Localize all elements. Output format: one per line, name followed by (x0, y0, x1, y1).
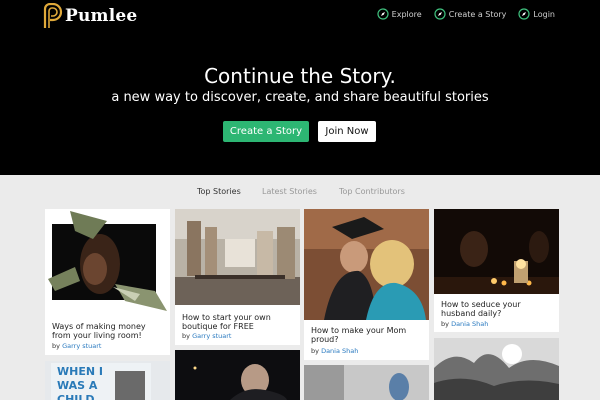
story-author-line: by Garry stuart (52, 342, 102, 350)
story-image[interactable] (304, 365, 429, 400)
hero-title: Continue the Story. (204, 64, 396, 88)
story-title[interactable]: Ways of making money from your living ro… (52, 322, 164, 340)
tab-top-contributors[interactable]: Top Contributors (339, 187, 405, 196)
author-link[interactable]: Dania Shah (321, 347, 358, 355)
story-image[interactable] (175, 350, 300, 400)
create-story-button[interactable]: Create a Story (223, 121, 309, 142)
story-card[interactable]: WHEN I WAS A CHILD (45, 361, 170, 400)
story-tabs: Top Stories Latest Stories Top Contribut… (0, 187, 600, 199)
pumlee-logo-icon (43, 3, 63, 28)
by-label: by (182, 332, 190, 340)
nav-explore[interactable]: Explore (377, 8, 422, 20)
story-image[interactable] (434, 209, 559, 294)
child-sign-text: WHEN I WAS A CHILD (57, 365, 103, 400)
compass-icon (377, 8, 389, 20)
story-author-line: by Garry stuart (182, 332, 232, 340)
story-card[interactable]: How to start your own boutique for FREE … (175, 209, 300, 345)
story-card[interactable]: Ways of making money from your living ro… (45, 209, 170, 355)
hero-subtitle: a new way to discover, create, and share… (111, 90, 489, 105)
author-link[interactable]: Garry stuart (62, 342, 101, 350)
nav-login[interactable]: Login (518, 8, 555, 20)
nav-explore-label: Explore (391, 9, 422, 19)
story-card[interactable]: How to seduce your husband daily? by Dan… (434, 209, 559, 332)
hero-section: Pumlee Explore Create a Story Login Cont… (0, 0, 600, 175)
author-link[interactable]: Garry stuart (192, 332, 231, 340)
by-label: by (441, 320, 449, 328)
story-card[interactable]: How to make your Mom proud? by Dania Sha… (304, 209, 429, 360)
story-title[interactable]: How to start your own boutique for FREE (182, 313, 294, 331)
story-card[interactable] (175, 350, 300, 400)
story-image[interactable] (304, 209, 429, 320)
by-label: by (52, 342, 60, 350)
author-link[interactable]: Dania Shah (451, 320, 488, 328)
compass-icon (434, 8, 446, 20)
nav-login-label: Login (533, 9, 555, 19)
brand-logo[interactable]: Pumlee (41, 3, 137, 29)
story-title[interactable]: How to seduce your husband daily? (441, 300, 553, 318)
story-author-line: by Dania Shah (441, 320, 488, 328)
by-label: by (311, 347, 319, 355)
story-image[interactable] (45, 209, 170, 312)
compass-icon (518, 8, 531, 20)
tab-top-stories[interactable]: Top Stories (197, 187, 241, 196)
story-author-line: by Dania Shah (311, 347, 358, 355)
join-now-button[interactable]: Join Now (318, 121, 376, 142)
story-card[interactable] (434, 338, 559, 400)
story-image[interactable] (175, 209, 300, 305)
nav-create-label: Create a Story (448, 9, 507, 19)
story-card[interactable] (304, 365, 429, 400)
nav-create-story[interactable]: Create a Story (434, 8, 507, 20)
tab-latest-stories[interactable]: Latest Stories (262, 187, 317, 196)
story-title[interactable]: How to make your Mom proud? (311, 326, 423, 344)
story-image[interactable] (434, 338, 559, 400)
brand-name: Pumlee (65, 6, 138, 26)
top-nav: Explore Create a Story Login (377, 8, 555, 20)
